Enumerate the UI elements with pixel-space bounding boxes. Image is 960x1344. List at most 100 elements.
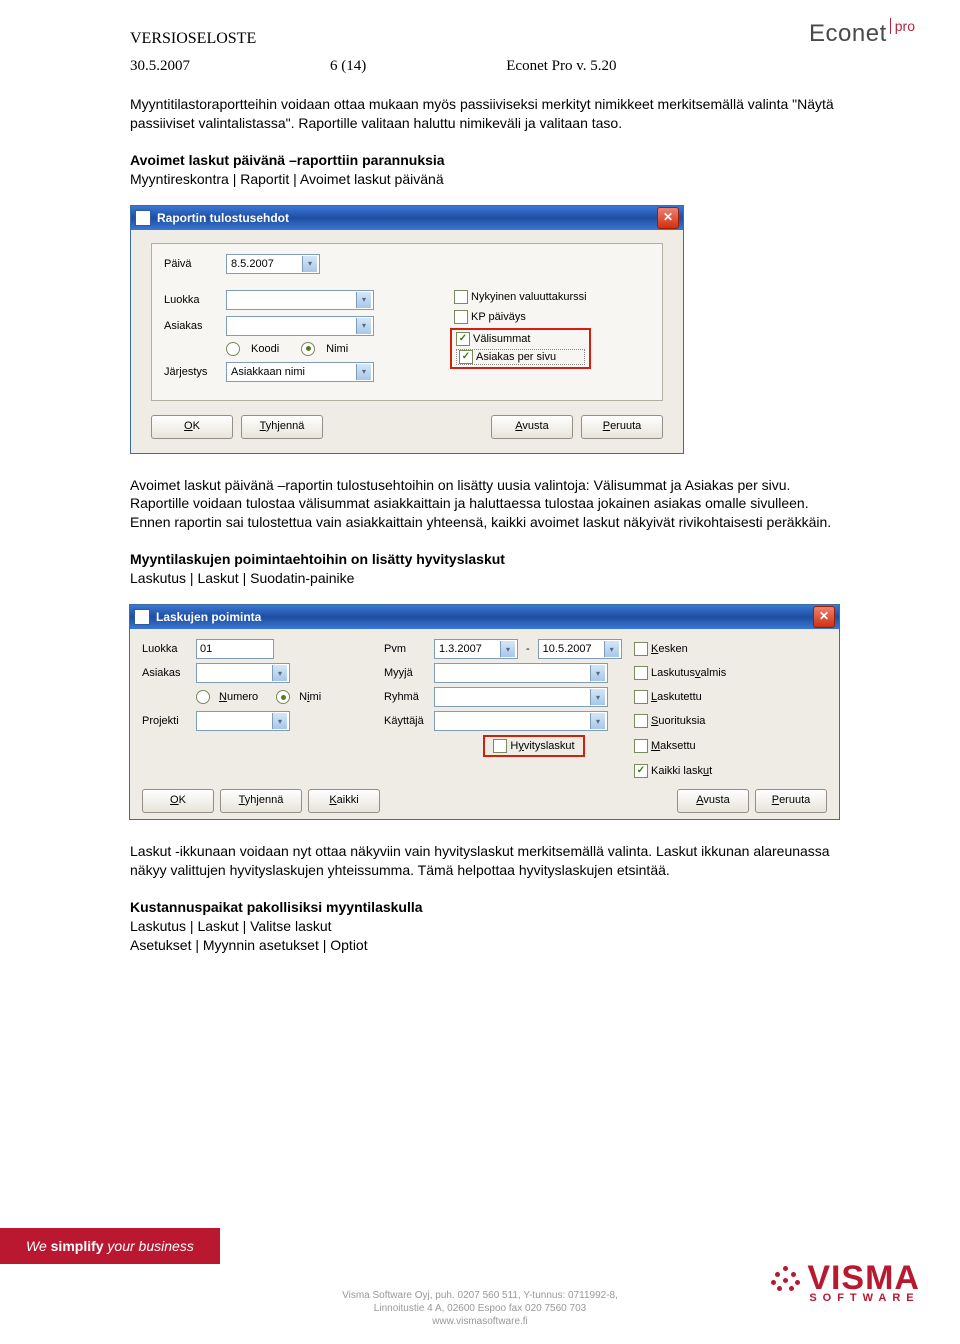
chevron-down-icon: ▾: [272, 713, 287, 729]
titlebar-2: Laskujen poiminta ✕: [130, 605, 839, 629]
kayttaja-dropdown[interactable]: ▾: [434, 711, 608, 731]
pvm2-dropdown[interactable]: 10.5.2007▾: [538, 639, 622, 659]
paragraph-2: Avoimet laskut päivänä –raportin tulostu…: [130, 476, 840, 533]
label-laskutettu: Laskutettu: [651, 691, 702, 703]
chevron-down-icon: ▾: [590, 713, 605, 729]
chevron-down-icon: ▾: [590, 665, 605, 681]
label-jarjestys: Järjestys: [164, 366, 226, 378]
chevron-down-icon: ▾: [356, 364, 371, 380]
tyhjenna-button-2[interactable]: Tyhjennä: [220, 789, 302, 813]
label-asiakas-sivu: Asiakas per sivu: [476, 351, 556, 363]
chevron-down-icon: ▾: [356, 318, 371, 334]
label-nimi: Nimi: [326, 343, 348, 355]
header-page: 6 (14): [330, 58, 366, 75]
asiakas-dropdown-2[interactable]: ▾: [196, 663, 290, 683]
dialog1-title: Raportin tulostusehdot: [157, 211, 289, 225]
heading-1: Avoimet laskut päivänä –raporttiin paran…: [130, 152, 445, 168]
chevron-down-icon: ▾: [302, 256, 317, 272]
label-suorituksia: Suorituksia: [651, 715, 705, 727]
myyja-dropdown[interactable]: ▾: [434, 663, 608, 683]
doc-type: VERSIOSELOSTE: [130, 30, 840, 48]
checkbox-asiakas-sivu[interactable]: [459, 350, 473, 364]
dialog2-title: Laskujen poiminta: [156, 610, 261, 624]
checkbox-kaikki[interactable]: [634, 764, 648, 778]
chevron-down-icon: ▾: [272, 665, 287, 681]
asiakas-dropdown[interactable]: ▾: [226, 316, 374, 336]
label-nimi-2: Nimi: [299, 691, 321, 703]
dialog-laskujen-poiminta: Laskujen poiminta ✕ Luokka 01 Pvm 1.3.20…: [129, 604, 840, 820]
label-koodi: Koodi: [251, 343, 279, 355]
label-luokka: Luokka: [164, 294, 226, 306]
peruuta-button[interactable]: Peruuta: [581, 415, 663, 439]
avusta-button-2[interactable]: Avusta: [677, 789, 749, 813]
header-product: Econet Pro v. 5.20: [506, 58, 616, 75]
checkbox-kp[interactable]: [454, 310, 468, 324]
checkbox-laskutettu[interactable]: [634, 690, 648, 704]
highlight-box: Välisummat Asiakas per sivu: [450, 328, 591, 369]
label-ryhma: Ryhmä: [384, 687, 434, 707]
chevron-down-icon: ▾: [590, 689, 605, 705]
label-asiakas: Asiakas: [164, 320, 226, 332]
path-3b: Asetukset | Myynnin asetukset | Optiot: [130, 937, 368, 953]
checkbox-kesken[interactable]: [634, 642, 648, 656]
close-icon[interactable]: ✕: [813, 606, 835, 628]
label-myyja: Myyjä: [384, 663, 434, 683]
label-asiakas-2: Asiakas: [142, 663, 196, 683]
label-pvm: Pvm: [384, 639, 434, 659]
window-icon: [135, 210, 151, 226]
avusta-button[interactable]: Avusta: [491, 415, 573, 439]
header-row: 30.5.2007 6 (14) Econet Pro v. 5.20: [130, 58, 840, 75]
label-valmis: Laskutusvalmis: [651, 667, 726, 679]
chevron-down-icon: ▾: [604, 641, 619, 657]
paragraph-3: Laskut -ikkunaan voidaan nyt ottaa näkyv…: [130, 842, 840, 880]
path-3a: Laskutus | Laskut | Valitse laskut: [130, 918, 332, 934]
label-valisummat: Välisummat: [473, 333, 530, 345]
checkbox-valuutta[interactable]: [454, 290, 468, 304]
header-date: 30.5.2007: [130, 58, 190, 75]
window-icon: [134, 609, 150, 625]
pvm1-dropdown[interactable]: 1.3.2007▾: [434, 639, 518, 659]
ryhma-dropdown[interactable]: ▾: [434, 687, 608, 707]
checkbox-valmis[interactable]: [634, 666, 648, 680]
checkbox-maksettu[interactable]: [634, 739, 648, 753]
label-paiva: Päivä: [164, 258, 226, 270]
heading-3: Kustannuspaikat pakollisiksi myyntilasku…: [130, 899, 423, 915]
kaikki-button[interactable]: Kaikki: [308, 789, 380, 813]
chevron-down-icon: ▾: [500, 641, 515, 657]
titlebar: Raportin tulostusehdot ✕: [131, 206, 683, 230]
label-maksettu: Maksettu: [651, 740, 696, 752]
label-projekti: Projekti: [142, 711, 196, 731]
label-luokka-2: Luokka: [142, 639, 196, 659]
jarjestys-dropdown[interactable]: Asiakkaan nimi ▾: [226, 362, 374, 382]
label-kaikki-laskut: Kaikki laskut: [651, 765, 712, 777]
label-kesken: Kesken: [651, 643, 688, 655]
ok-button-2[interactable]: OK: [142, 789, 214, 813]
checkbox-hyvityslaskut[interactable]: [493, 739, 507, 753]
label-kp: KP päiväys: [471, 311, 526, 323]
radio-koodi[interactable]: [226, 342, 240, 356]
ok-button[interactable]: OK: [151, 415, 233, 439]
label-hyvityslaskut: Hyvityslaskut: [510, 740, 574, 752]
checkbox-suorituksia[interactable]: [634, 714, 648, 728]
tyhjenna-button[interactable]: Tyhjennä: [241, 415, 323, 439]
highlight-hyvityslaskut: Hyvityslaskut: [483, 735, 584, 757]
projekti-dropdown[interactable]: ▾: [196, 711, 290, 731]
path-1: Myyntireskontra | Raportit | Avoimet las…: [130, 171, 444, 187]
label-kayttaja: Käyttäjä: [384, 711, 434, 731]
label-numero: Numero: [219, 691, 258, 703]
radio-nimi[interactable]: [301, 342, 315, 356]
luokka-input[interactable]: 01: [196, 639, 274, 659]
heading-2: Myyntilaskujen poimintaehtoihin on lisät…: [130, 551, 505, 567]
tagline: We simplify your business: [0, 1228, 220, 1264]
radio-nimi-2[interactable]: [276, 690, 290, 704]
dialog-raportin-tulostusehdot: Raportin tulostusehdot ✕ Päivä 8.5.2007 …: [130, 205, 684, 454]
paiva-dropdown[interactable]: 8.5.2007 ▾: [226, 254, 320, 274]
footer: Visma Software Oyj, puh. 0207 560 511, Y…: [0, 1289, 960, 1328]
luokka-dropdown[interactable]: ▾: [226, 290, 374, 310]
close-icon[interactable]: ✕: [657, 207, 679, 229]
checkbox-valisummat[interactable]: [456, 332, 470, 346]
path-2: Laskutus | Laskut | Suodatin-painike: [130, 570, 354, 586]
peruuta-button-2[interactable]: Peruuta: [755, 789, 827, 813]
radio-numero[interactable]: [196, 690, 210, 704]
label-valuutta: Nykyinen valuuttakurssi: [471, 291, 587, 303]
